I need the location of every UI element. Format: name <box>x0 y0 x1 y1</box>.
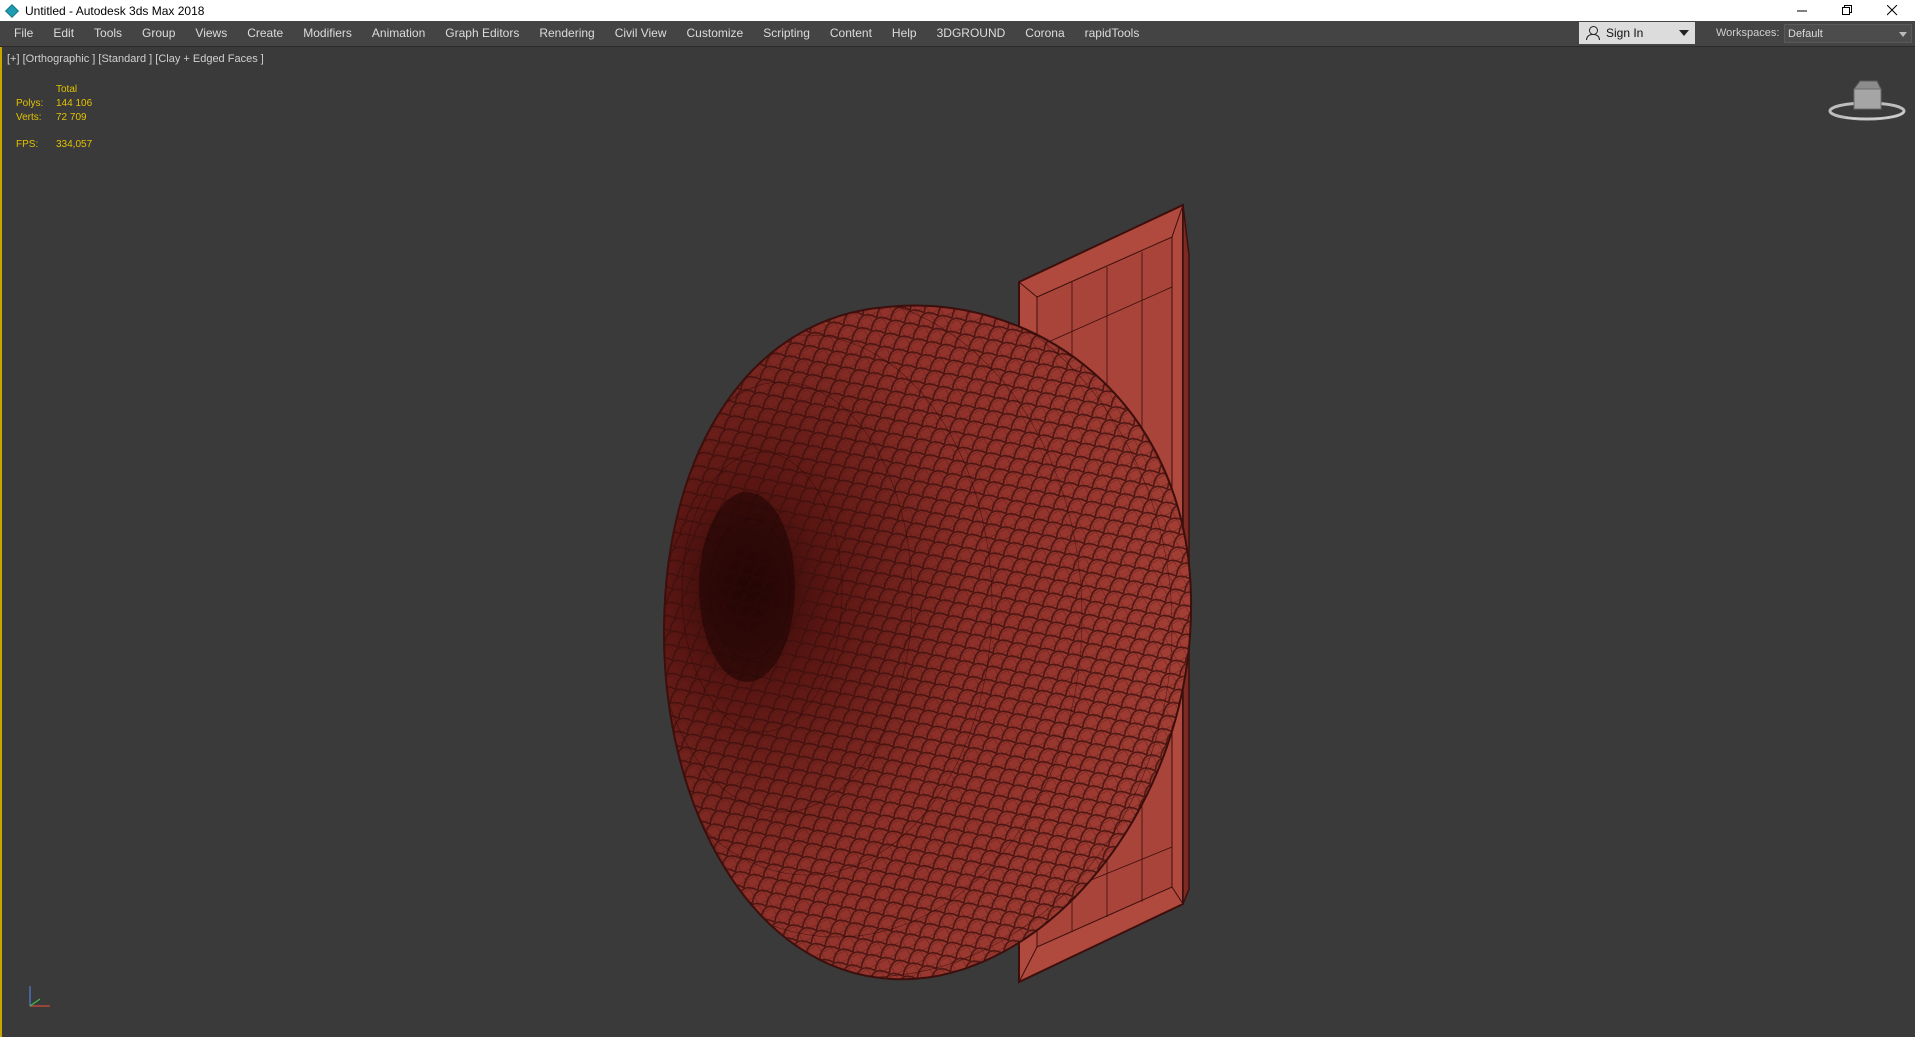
menu-help[interactable]: Help <box>882 21 927 46</box>
stats-verts-value: 72 709 <box>56 112 87 123</box>
menu-create[interactable]: Create <box>237 21 293 46</box>
menu-rendering[interactable]: Rendering <box>529 21 604 46</box>
chevron-down-icon <box>1899 32 1907 37</box>
stats-fps-value: 334,057 <box>56 139 93 150</box>
stats-polys-label: Polys: <box>16 98 44 109</box>
menu-views[interactable]: Views <box>185 21 237 46</box>
workspaces-label: Workspaces: <box>1716 27 1780 39</box>
menu-content[interactable]: Content <box>820 21 882 46</box>
menu-group[interactable]: Group <box>132 21 185 46</box>
sign-in-dropdown[interactable]: Sign In <box>1579 22 1695 44</box>
menu-customize[interactable]: Customize <box>677 21 754 46</box>
menu-file[interactable]: File <box>0 21 43 46</box>
stats-fps-label: FPS: <box>16 139 39 150</box>
menu-graph-editors[interactable]: Graph Editors <box>435 21 529 46</box>
menu-animation[interactable]: Animation <box>362 21 435 46</box>
3d-model-render[interactable] <box>642 157 1222 1007</box>
workspaces-select[interactable]: Default <box>1784 24 1912 43</box>
window-title: Untitled - Autodesk 3ds Max 2018 <box>25 3 205 18</box>
menu-civil-view[interactable]: Civil View <box>605 21 677 46</box>
title-bar: Untitled - Autodesk 3ds Max 2018 <box>0 0 1915 21</box>
workspaces-value: Default <box>1788 28 1823 40</box>
menu-scripting[interactable]: Scripting <box>753 21 820 46</box>
minimize-icon <box>1797 10 1807 12</box>
menu-3dground[interactable]: 3DGROUND <box>927 21 1016 46</box>
minimize-button[interactable] <box>1780 0 1825 21</box>
stats-polys-value: 144 106 <box>56 98 93 109</box>
menu-tools[interactable]: Tools <box>84 21 132 46</box>
menu-rapidtools[interactable]: rapidTools <box>1075 21 1150 46</box>
window-controls <box>1780 0 1915 21</box>
menu-edit[interactable]: Edit <box>43 21 84 46</box>
menu-corona[interactable]: Corona <box>1015 21 1074 46</box>
viewcube-icon[interactable] <box>1827 77 1907 127</box>
chevron-down-icon <box>1679 30 1689 36</box>
user-icon <box>1586 26 1600 40</box>
stats-total-label: Total <box>56 84 78 95</box>
sign-in-label: Sign In <box>1606 26 1644 40</box>
axis-tripod-icon <box>29 986 50 1007</box>
viewport-label[interactable]: [+] [Orthographic ] [Standard ] [Clay + … <box>7 53 264 65</box>
3dsmax-icon[interactable] <box>5 3 19 18</box>
restore-button[interactable] <box>1825 0 1870 21</box>
perspective-viewport[interactable]: [+] [Orthographic ] [Standard ] [Clay + … <box>0 47 1915 1037</box>
menu-modifiers[interactable]: Modifiers <box>293 21 362 46</box>
close-icon <box>1887 5 1898 16</box>
stats-verts-label: Verts: <box>16 112 42 123</box>
close-button[interactable] <box>1870 0 1915 21</box>
restore-icon <box>1842 5 1852 15</box>
